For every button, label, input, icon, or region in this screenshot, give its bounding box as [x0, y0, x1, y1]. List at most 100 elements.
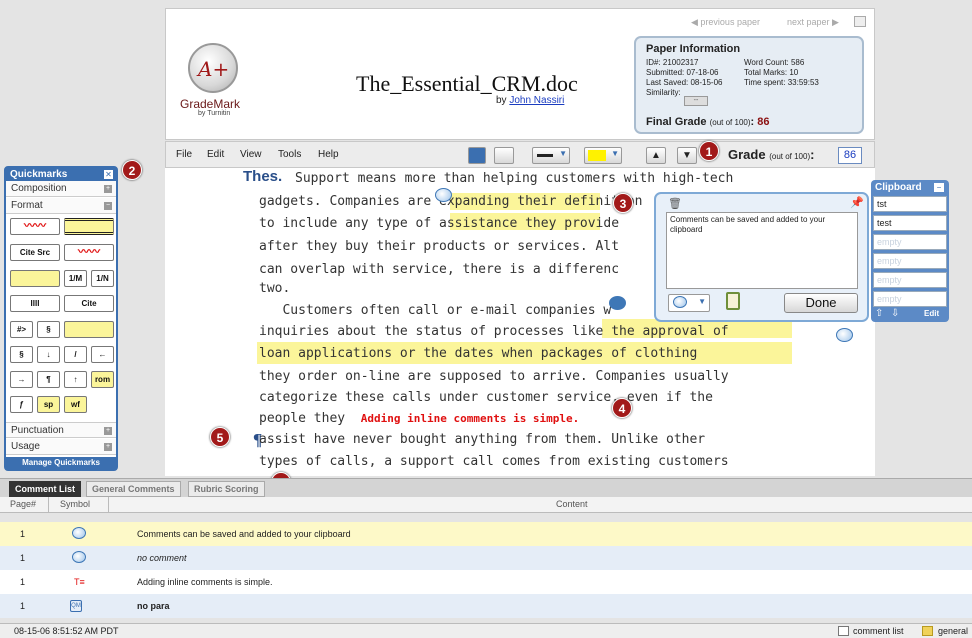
qm-section[interactable]: § — [37, 321, 60, 338]
status-general[interactable]: general — [938, 624, 968, 638]
highlight-color-dropdown[interactable]: ▼ — [584, 147, 622, 164]
qm-squiggle[interactable]: 〰〰 — [10, 218, 60, 235]
clipboard-slot[interactable]: tst — [873, 196, 947, 212]
qm-rom[interactable]: rom — [91, 371, 114, 388]
text-line: types of calls, a support call comes fro… — [259, 454, 729, 469]
qm-wf[interactable]: wf — [64, 396, 87, 413]
qm-underline[interactable] — [64, 321, 114, 338]
clipboard-slot[interactable]: empty — [873, 234, 947, 250]
list-icon — [838, 626, 849, 636]
document-title: The_Essential_CRM.doc — [356, 71, 578, 96]
done-button[interactable]: Done — [784, 293, 858, 313]
qm-squiggle-2[interactable]: 〰〰 — [64, 244, 114, 261]
column-page[interactable]: Page# — [10, 499, 36, 509]
similarity-label: Similarity: — [646, 88, 681, 97]
collapse-icon[interactable]: − — [934, 183, 944, 192]
comment-bubble-icon[interactable] — [435, 188, 452, 202]
table-row[interactable]: 1 QM no para — [0, 594, 972, 618]
inline-comment[interactable]: Adding inline comments is simple. — [361, 412, 580, 425]
arrow-up-icon[interactable]: ⇧ — [875, 308, 883, 319]
logo-text: A+ — [198, 57, 230, 81]
tab-rubric-scoring[interactable]: Rubric Scoring — [188, 481, 265, 497]
inline-comment-icon: T≡ — [74, 577, 85, 587]
pen-color-dropdown[interactable]: ▼ — [532, 147, 570, 164]
clipboard-slot[interactable]: empty — [873, 272, 947, 288]
trash-icon[interactable]: 🗑 — [668, 197, 682, 210]
comment-bubble-icon[interactable] — [609, 296, 626, 310]
qm-category-format[interactable]: Format − — [6, 198, 116, 214]
comment-tabs: Comment List General Comments Rubric Sco… — [0, 478, 972, 497]
grade-input[interactable]: 86 — [838, 147, 862, 164]
expand-icon[interactable]: + — [104, 185, 112, 193]
qm-1n[interactable]: 1/N — [91, 270, 114, 287]
qm-highlight[interactable] — [10, 270, 60, 287]
arrow-down-icon[interactable]: ⇩ — [891, 308, 899, 319]
qm-down-arrow[interactable]: ↓ — [37, 346, 60, 363]
manage-quickmarks-button[interactable]: Manage Quickmarks — [6, 457, 116, 469]
column-content[interactable]: Content — [556, 499, 588, 509]
qm-hash[interactable]: #> — [10, 321, 33, 338]
qm-up-arrow[interactable]: ↑ — [64, 371, 87, 388]
menu-edit[interactable]: Edit — [207, 149, 224, 160]
chevron-down-icon: ▼ — [698, 297, 706, 306]
qm-pilcrow[interactable]: ¶ — [37, 371, 60, 388]
qm-category-composition[interactable]: Composition + — [6, 181, 116, 197]
expand-icon[interactable]: + — [104, 443, 112, 451]
tab-comment-list[interactable]: Comment List — [9, 481, 82, 497]
thes-quickmark[interactable]: Thes. — [243, 168, 282, 185]
row-content: Adding inline comments is simple. — [137, 577, 273, 587]
text-line: Customers often call or e-mail companies… — [259, 303, 612, 318]
qm-cite[interactable]: Cite — [64, 295, 114, 312]
menu-view[interactable]: View — [240, 149, 262, 160]
next-paper-link[interactable]: next paper ▶ — [787, 17, 839, 28]
qm-italic-f[interactable]: ƒ — [10, 396, 33, 413]
clipboard-slot[interactable]: empty — [873, 253, 947, 269]
qm-slash[interactable]: / — [64, 346, 87, 363]
menu-tools[interactable]: Tools — [278, 149, 301, 160]
row-page: 1 — [20, 601, 26, 611]
collapse-icon[interactable]: − — [104, 202, 112, 210]
qm-cite-src[interactable]: Cite Src — [10, 244, 60, 261]
qm-section-2[interactable]: § — [10, 346, 33, 363]
clipboard-icon[interactable] — [726, 292, 740, 310]
pin-icon[interactable]: 📌 — [850, 196, 864, 209]
table-row[interactable]: 1 Comments can be saved and added to you… — [0, 522, 972, 546]
similarity-box[interactable]: -- — [684, 96, 708, 106]
clipboard-edit-button[interactable]: Edit — [924, 309, 939, 318]
qm-category-usage[interactable]: Usage + — [6, 439, 116, 455]
minimize-button[interactable] — [854, 16, 866, 27]
previous-paper-link[interactable]: ◀ previous paper — [691, 17, 760, 28]
arrow-up-icon[interactable]: ▲ — [646, 147, 666, 164]
menu-file[interactable]: File — [176, 149, 192, 160]
qm-left-arrow[interactable]: ← — [91, 346, 114, 363]
save-icon[interactable] — [468, 147, 486, 164]
final-grade-label: Final Grade — [646, 116, 707, 128]
row-content: no comment — [137, 553, 187, 563]
comment-type-dropdown[interactable]: ▼ — [668, 294, 710, 312]
category-label: Format — [11, 200, 43, 211]
print-icon[interactable] — [494, 147, 514, 164]
expand-icon[interactable]: + — [104, 427, 112, 435]
clipboard-slot[interactable]: empty — [873, 291, 947, 307]
close-icon[interactable]: ✕ — [104, 170, 113, 179]
table-row[interactable]: 1 T≡ Adding inline comments is simple. — [0, 570, 972, 594]
menu-help[interactable]: Help — [318, 149, 339, 160]
qm-right-arrow[interactable]: → — [10, 371, 33, 388]
qm-iiii[interactable]: IIII — [10, 295, 60, 312]
column-symbol[interactable]: Symbol — [60, 499, 90, 509]
grade-text: Grade — [728, 147, 766, 162]
status-comment-list[interactable]: comment list — [853, 624, 904, 638]
arrow-down-icon[interactable]: ▼ — [677, 147, 697, 164]
qm-double-underline[interactable] — [64, 218, 114, 235]
paper-info-title: Paper Information — [646, 43, 741, 55]
qm-sp[interactable]: sp — [37, 396, 60, 413]
clipboard-slot[interactable]: test — [873, 215, 947, 231]
comment-textarea[interactable]: Comments can be saved and added to your … — [666, 212, 858, 289]
comment-bubble-icon[interactable] — [836, 328, 853, 342]
text-fragment: people they — [259, 411, 346, 426]
tab-general-comments[interactable]: General Comments — [86, 481, 181, 497]
author-link[interactable]: John Nassiri — [509, 95, 564, 106]
qm-category-punctuation[interactable]: Punctuation + — [6, 422, 116, 438]
qm-1m[interactable]: 1/M — [64, 270, 87, 287]
table-row[interactable]: 1 no comment — [0, 546, 972, 570]
